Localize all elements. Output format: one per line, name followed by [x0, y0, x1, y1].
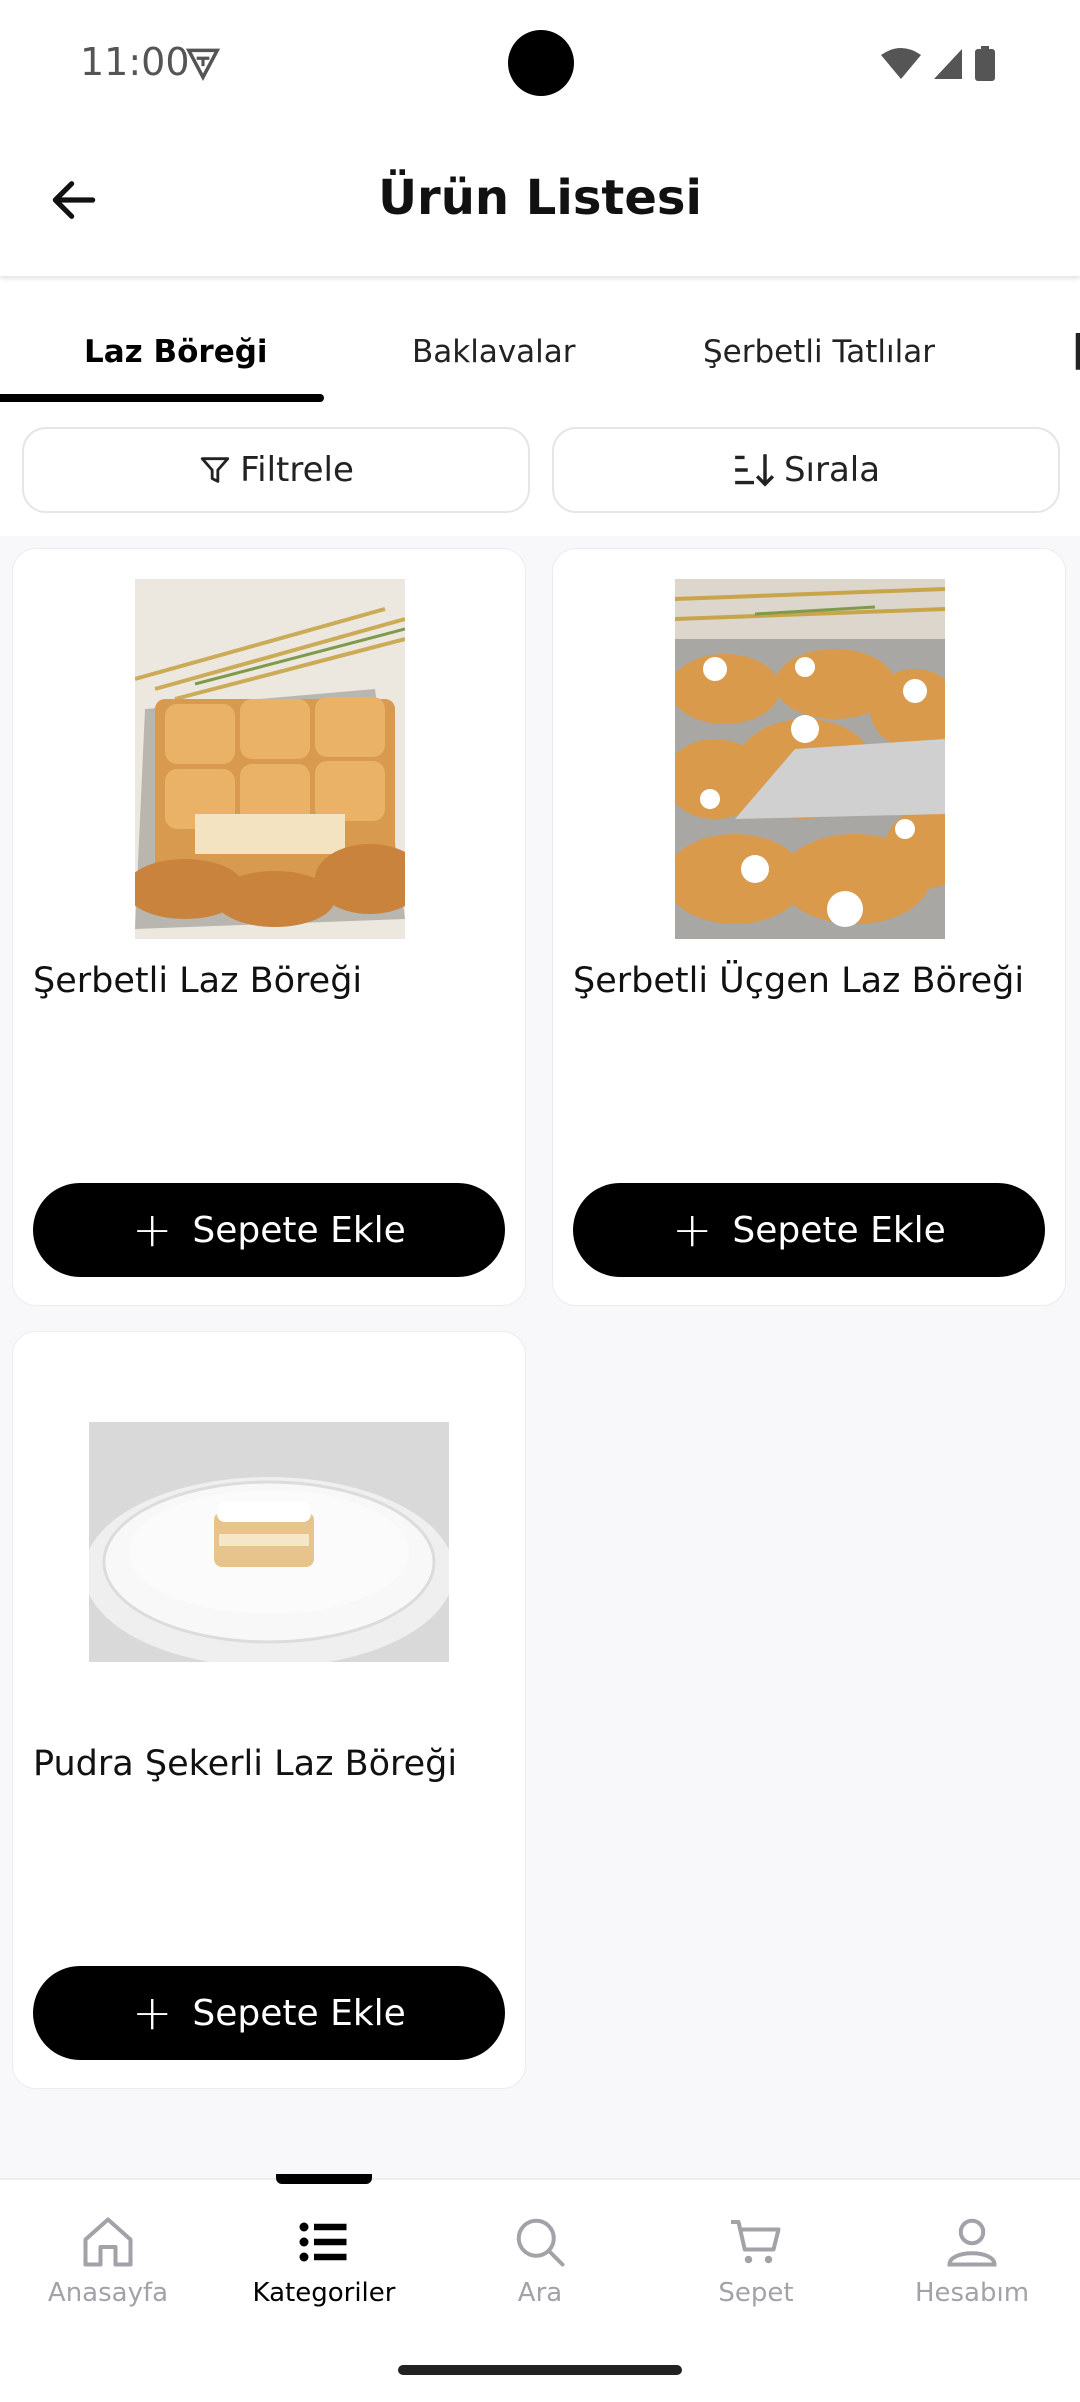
- product-name[interactable]: Şerbetli Laz Böreği: [33, 961, 362, 1001]
- nav-categories-label: Kategoriler: [252, 2278, 396, 2308]
- vpn-key-icon: [185, 48, 221, 81]
- status-icons: [880, 46, 996, 82]
- filter-label: Filtrele: [240, 450, 354, 490]
- list-icon: [299, 2222, 347, 2262]
- status-time: 11:00: [80, 40, 190, 84]
- nav-categories[interactable]: Kategoriler: [216, 2212, 432, 2308]
- nav-home-label: Anasayfa: [47, 2278, 169, 2308]
- product-image: [675, 579, 945, 939]
- nav-home[interactable]: Anasayfa: [0, 2212, 216, 2308]
- camera-cutout: [508, 30, 574, 96]
- active-tab-indicator: [0, 394, 324, 402]
- plus-icon: +: [672, 1202, 713, 1258]
- product-image: [89, 1422, 449, 1662]
- product-card[interactable]: Pudra Şekerli Laz Böreği + Sepete Ekle: [12, 1331, 526, 2089]
- nav-account[interactable]: Hesabım: [864, 2212, 1080, 2308]
- nav-cart-label: Sepet: [718, 2278, 794, 2308]
- wifi-icon: [881, 48, 921, 79]
- add-to-cart-button[interactable]: + Sepete Ekle: [33, 1966, 505, 2060]
- nav-cart[interactable]: Sepet: [648, 2212, 864, 2308]
- sort-button[interactable]: Sırala: [552, 427, 1060, 513]
- page-title: Ürün Listesi: [378, 170, 702, 226]
- nav-search[interactable]: Ara: [432, 2212, 648, 2308]
- home-gesture-bar[interactable]: [398, 2365, 682, 2375]
- sort-icon: [735, 454, 775, 487]
- home-icon: [83, 2217, 133, 2267]
- filter-button[interactable]: Filtrele: [22, 427, 530, 513]
- cart-icon: [731, 2220, 781, 2264]
- add-to-cart-label: Sepete Ekle: [192, 1992, 406, 2034]
- plus-icon: +: [132, 1202, 173, 1258]
- nav-account-label: Hesabım: [914, 2278, 1030, 2308]
- product-card[interactable]: Şerbetli Üçgen Laz Böreği + Sepete Ekle: [552, 548, 1066, 1306]
- category-tabs: Laz Böreği Baklavalar Şerbetli Tatlılar …: [0, 298, 1080, 406]
- tab-laz-boregi[interactable]: Laz Böreği: [84, 334, 268, 370]
- product-grid: Şerbetli Laz Böreği + Sepete Ekle Şerbet…: [0, 536, 1080, 2178]
- product-image: [135, 579, 405, 939]
- filter-icon: [200, 457, 230, 483]
- sort-label: Sırala: [783, 450, 881, 490]
- product-card[interactable]: Şerbetli Laz Böreği + Sepete Ekle: [12, 548, 526, 1306]
- product-name[interactable]: Şerbetli Üçgen Laz Böreği: [573, 961, 1024, 1001]
- cellular-signal-icon: [934, 49, 962, 79]
- battery-icon: [975, 46, 995, 81]
- nav-search-label: Ara: [517, 2278, 563, 2308]
- tab-baklavalar[interactable]: Baklavalar: [412, 334, 576, 370]
- tab-serbetli-tatlilar[interactable]: Şerbetli Tatlılar: [703, 334, 935, 370]
- plus-icon: +: [132, 1985, 173, 2041]
- app-bar: Ürün Listesi: [0, 128, 1080, 276]
- add-to-cart-label: Sepete Ekle: [192, 1209, 406, 1251]
- add-to-cart-label: Sepete Ekle: [732, 1209, 946, 1251]
- user-icon: [947, 2218, 997, 2267]
- add-to-cart-button[interactable]: + Sepete Ekle: [33, 1183, 505, 1277]
- add-to-cart-button[interactable]: + Sepete Ekle: [573, 1183, 1045, 1277]
- search-icon: [516, 2218, 565, 2267]
- nav-active-indicator: [276, 2174, 372, 2184]
- tab-next-partial[interactable]: ▌: [1076, 334, 1080, 370]
- product-name[interactable]: Pudra Şekerli Laz Böreği: [33, 1744, 457, 1784]
